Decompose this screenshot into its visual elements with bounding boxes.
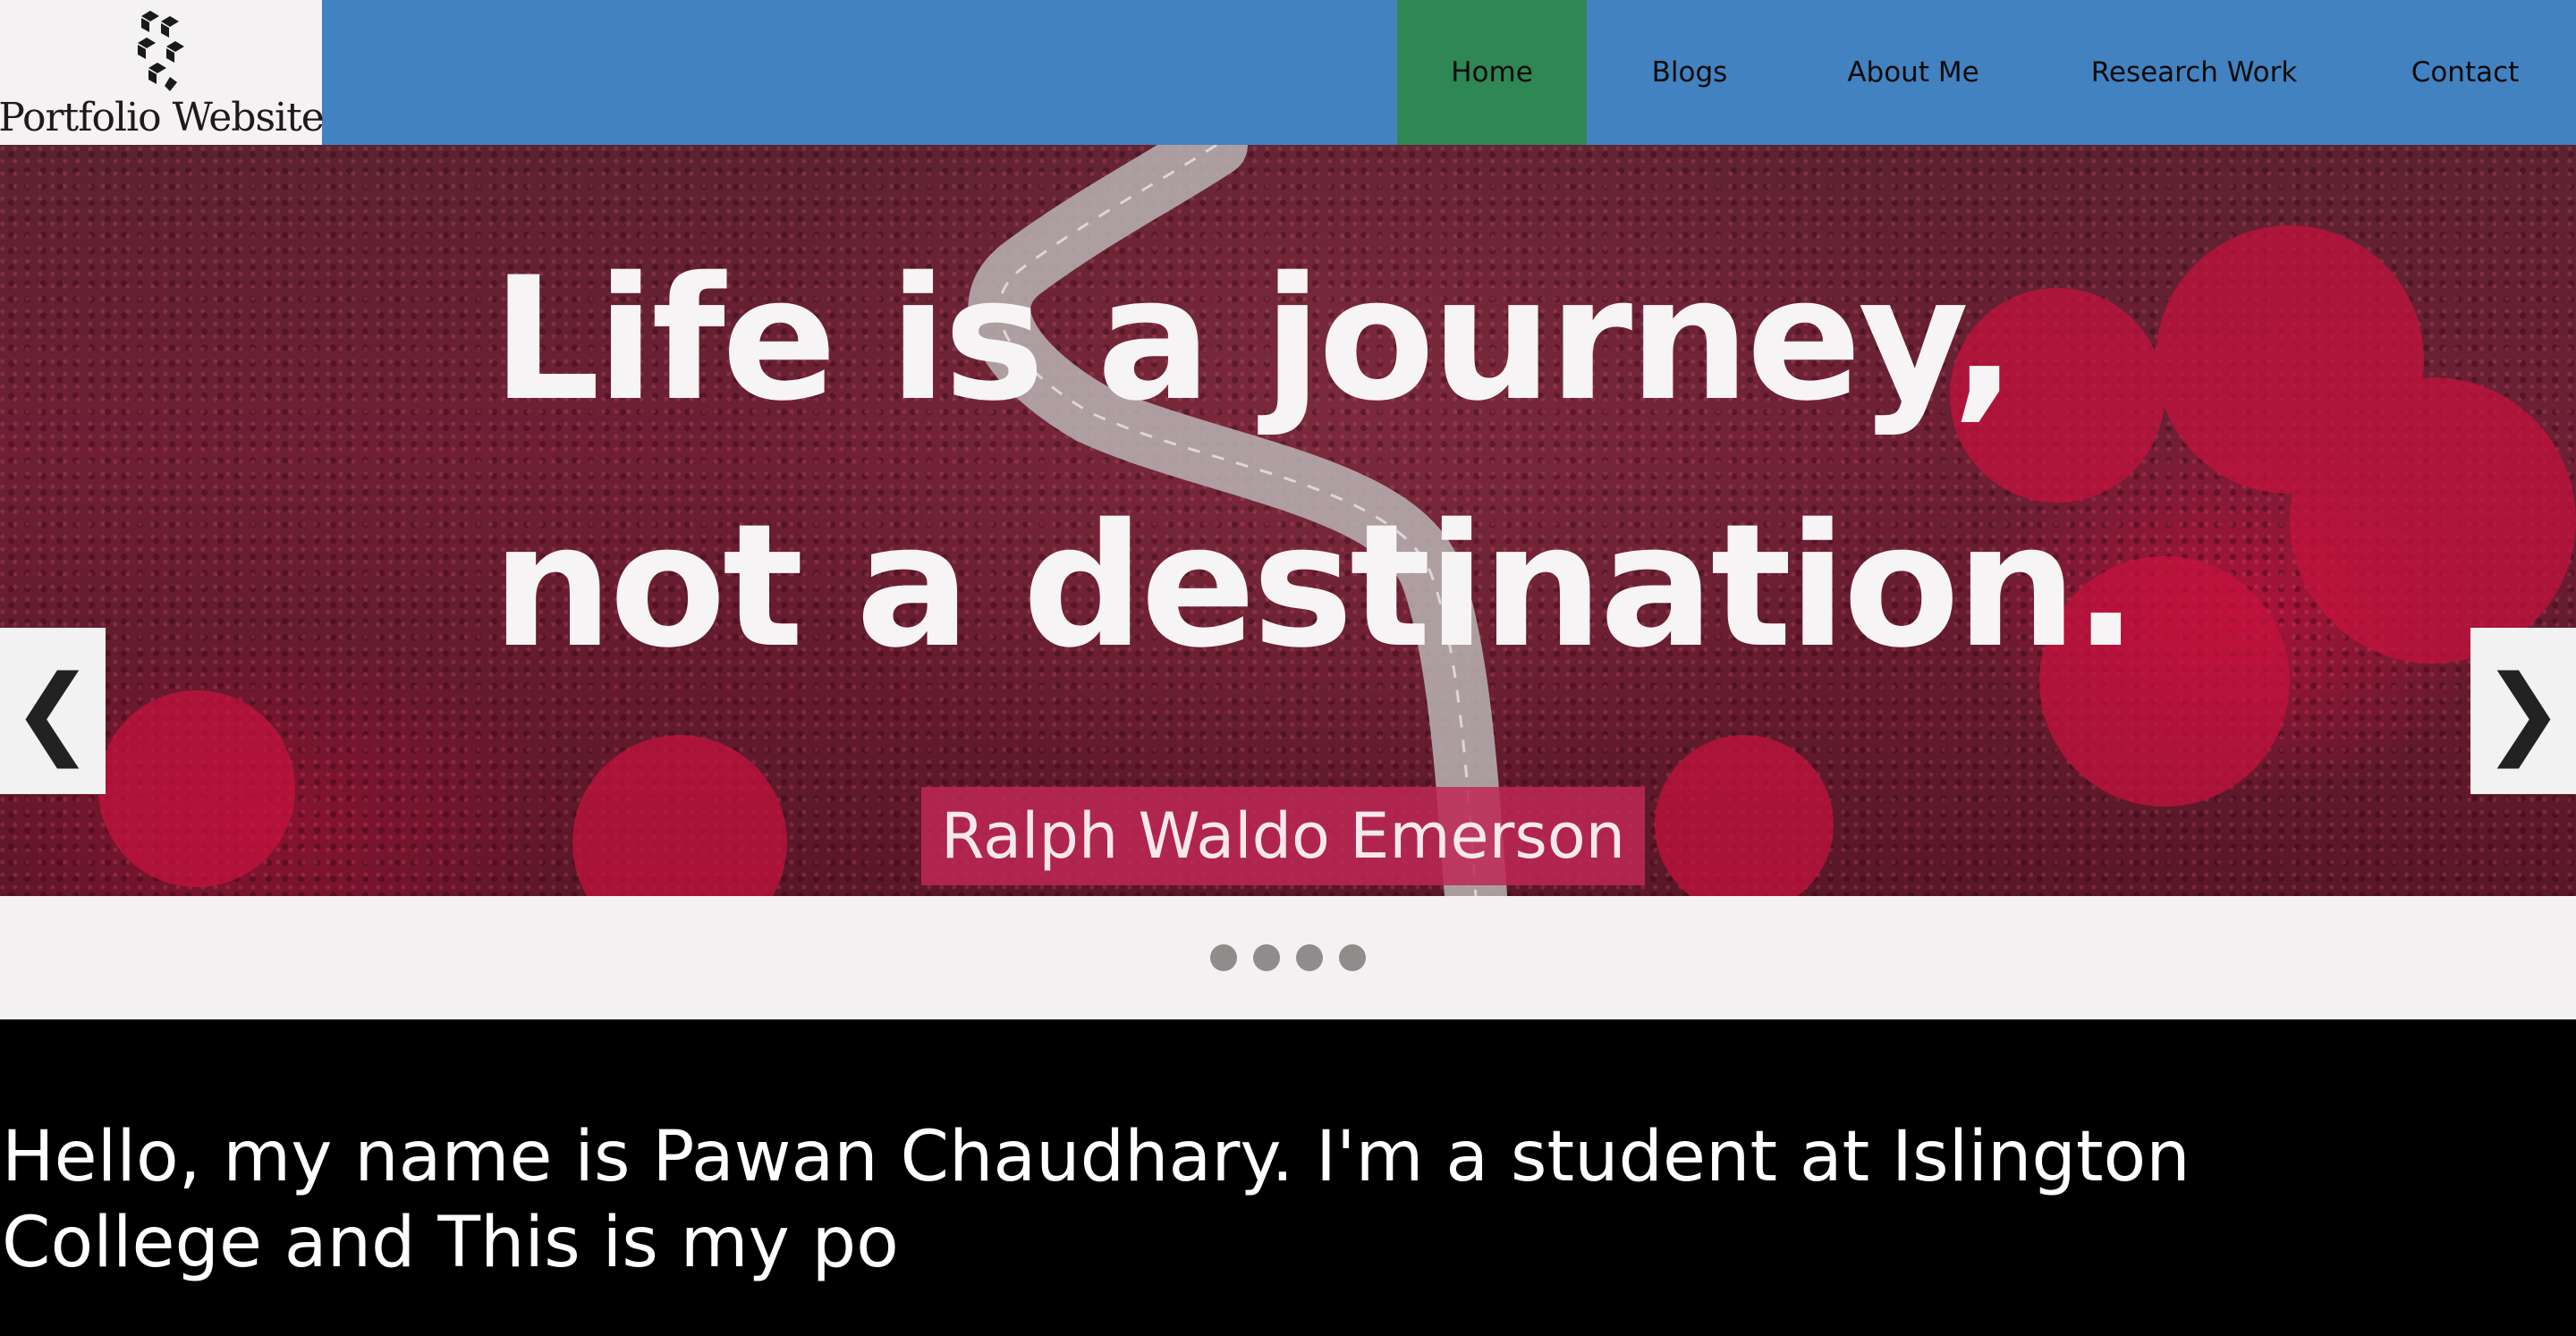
main-nav: Home Blogs About Me Research Work Contac…	[1397, 0, 2576, 145]
previous-slide-button[interactable]: ❮	[0, 628, 106, 794]
logo-text: Portfolio Website	[0, 95, 325, 140]
hero-quote: Life is a journey, not a destination.	[492, 216, 2138, 710]
nav-item-blogs[interactable]: Blogs	[1587, 0, 1792, 145]
slide-dot-3[interactable]	[1296, 944, 1323, 971]
quote-author: Ralph Waldo Emerson	[921, 787, 1646, 885]
nav-item-contact[interactable]: Contact	[2354, 0, 2576, 145]
next-slide-button[interactable]: ❯	[2470, 628, 2576, 794]
slide-dot-1[interactable]	[1210, 944, 1237, 971]
nav-item-home[interactable]: Home	[1397, 0, 1587, 145]
nav-item-research-work[interactable]: Research Work	[2034, 0, 2354, 145]
chevron-left-icon: ❮	[11, 654, 95, 768]
site-header: Portfolio Website Home Blogs About Me Re…	[0, 0, 2576, 145]
logo[interactable]: Portfolio Website	[0, 0, 325, 145]
quote-line-1: Life is a journey,	[492, 241, 2017, 438]
slide-dot-2[interactable]	[1253, 944, 1280, 971]
intro-section: Hello, my name is Pawan Chaudhary. I'm a…	[0, 1019, 2576, 1336]
intro-text: Hello, my name is Pawan Chaudhary. I'm a…	[2, 1117, 2190, 1283]
nav-item-about-me[interactable]: About Me	[1792, 0, 2034, 145]
hero-slideshow: Life is a journey, not a destination. Ra…	[0, 145, 2576, 896]
cube-stack-logo-icon	[138, 11, 184, 91]
chevron-right-icon: ❯	[2481, 654, 2565, 768]
quote-line-2: not a destination.	[492, 487, 2138, 685]
slide-dot-4[interactable]	[1339, 944, 1366, 971]
slide-indicators	[0, 896, 2576, 1019]
